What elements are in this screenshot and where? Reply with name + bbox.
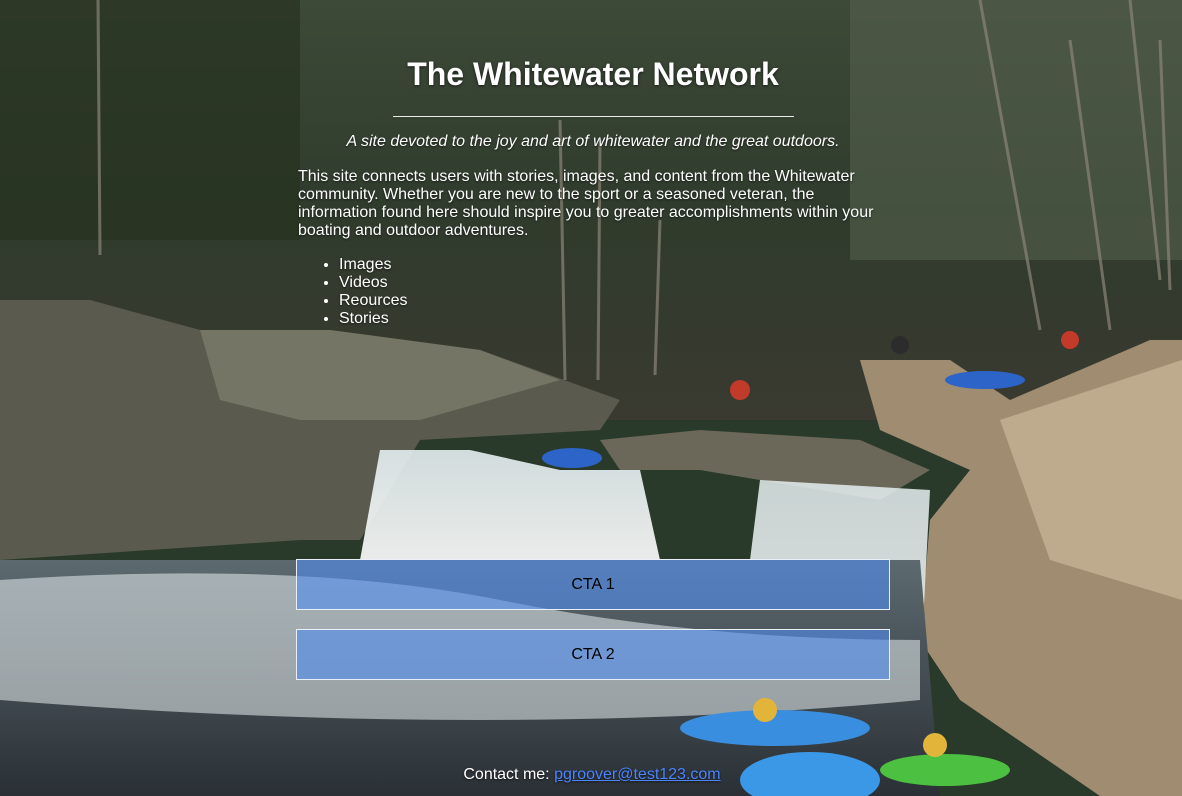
page: The Whitewater Network A site devoted to… — [0, 0, 1182, 796]
cta-1-button[interactable]: CTA 1 — [296, 559, 890, 610]
cta-2-button[interactable]: CTA 2 — [296, 629, 890, 680]
footer-contact: Contact me: pgroover@test123.com — [0, 766, 1182, 784]
page-title: The Whitewater Network — [407, 56, 779, 92]
content-list: Images Videos Reources Stories — [298, 256, 407, 328]
contact-label: Contact me: — [463, 766, 550, 783]
tagline: A site devoted to the joy and art of whi… — [346, 133, 840, 150]
list-item-videos: Videos — [339, 274, 407, 292]
list-item-resources: Reources — [339, 292, 407, 310]
intro-paragraph: This site connects users with stories, i… — [298, 168, 874, 239]
title-divider — [393, 116, 794, 117]
contact-email-link[interactable]: pgroover@test123.com — [554, 766, 721, 783]
list-item-images: Images — [339, 256, 407, 274]
list-item-stories: Stories — [339, 310, 407, 328]
